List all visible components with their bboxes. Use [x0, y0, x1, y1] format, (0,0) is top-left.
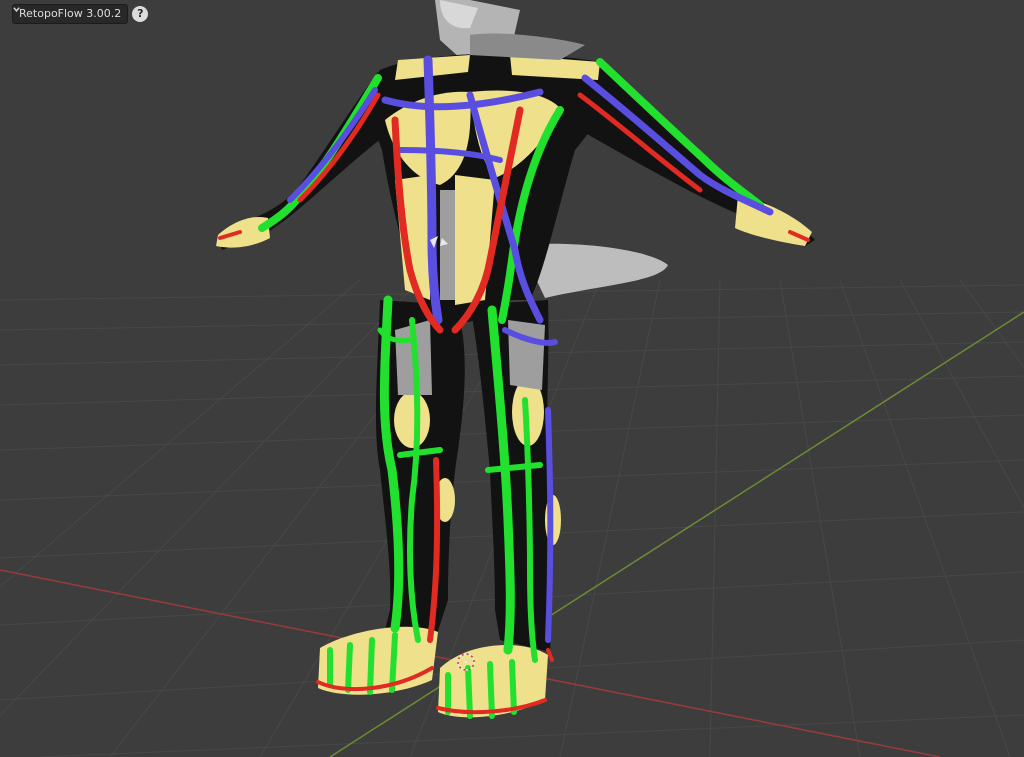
- retopoflow-version-dropdown[interactable]: RetopoFlow 3.00.2: [12, 4, 129, 24]
- retopoflow-header: RetopoFlow 3.00.2 ?: [12, 4, 149, 24]
- model-left-hand: [216, 216, 270, 248]
- chevron-down-icon: [13, 7, 20, 12]
- help-icon[interactable]: ?: [132, 6, 149, 22]
- help-glyph: ?: [137, 7, 144, 20]
- retopoflow-version-label: RetopoFlow 3.00.2: [19, 7, 122, 20]
- viewport-canvas[interactable]: [0, 0, 1024, 757]
- 3d-viewport[interactable]: RetopoFlow 3.00.2 ?: [0, 0, 1024, 757]
- character-model[interactable]: [216, 0, 815, 719]
